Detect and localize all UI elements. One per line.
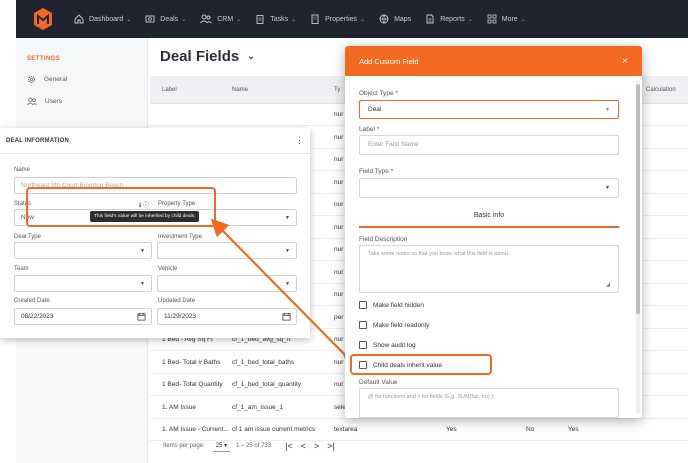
field-description-textarea[interactable]: Take some notes so that you know what th… (359, 245, 619, 293)
close-icon[interactable]: × (622, 56, 628, 67)
field-type-label: Field Type * (359, 168, 394, 175)
field-description-placeholder: Take some notes so that you know what th… (368, 251, 510, 257)
checkbox-box[interactable] (359, 341, 367, 349)
field-type-select[interactable]: ▼ (359, 178, 619, 198)
label-input[interactable]: Enter Field Name (359, 135, 619, 155)
checkbox-show-audit-log[interactable]: Show audit log (359, 341, 416, 349)
checkbox-box[interactable] (359, 301, 367, 309)
label-label: Label * (359, 126, 380, 133)
chevron-down-icon: ▼ (605, 185, 610, 191)
resize-handle-icon[interactable]: ◢ (606, 282, 610, 288)
checkbox-label: Show audit log (373, 341, 416, 349)
field-description-label: Field Description (359, 236, 408, 243)
checkbox-make-field-readonly[interactable]: Make field readonly (359, 321, 429, 329)
default-value-label: Default Value (359, 379, 398, 386)
object-type-value: Deal (368, 106, 382, 113)
chevron-down-icon: ▼ (605, 107, 610, 113)
checkbox-label: Make field readonly (373, 321, 430, 329)
object-type-label: Object Type * (359, 90, 398, 97)
modal-title: Add Custom Field (359, 56, 419, 66)
modal-header: Add Custom Field × (345, 46, 642, 76)
checkbox-make-field-hidden[interactable]: Make field hidden (359, 301, 424, 309)
checkbox-label: Make field hidden (373, 301, 424, 309)
default-value-input[interactable]: @ for functions and # for fields (E.g. S… (359, 388, 619, 418)
label-placeholder: Enter Field Name (368, 141, 419, 148)
highlight-box-inherit-checkbox (350, 354, 492, 375)
default-value-placeholder: @ for functions and # for fields (E.g. S… (368, 394, 494, 400)
object-type-select[interactable]: Deal ▼ (359, 100, 619, 119)
tab-basic-info[interactable]: Basic info (359, 206, 619, 228)
checkbox-box[interactable] (359, 321, 367, 329)
modal-scrollbar-thumb[interactable] (636, 84, 640, 314)
